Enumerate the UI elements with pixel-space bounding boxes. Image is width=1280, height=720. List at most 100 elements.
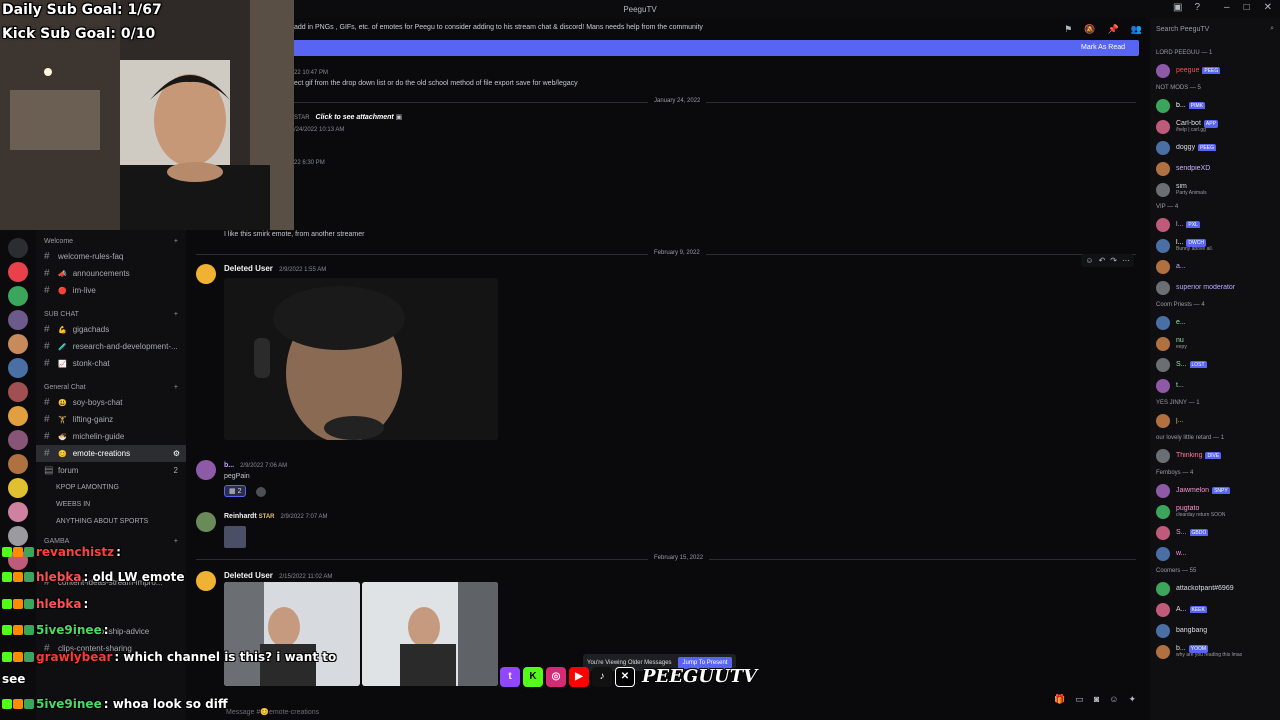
reaction-icon[interactable]: ☺ — [1085, 256, 1093, 265]
close-icon[interactable]: ✕ — [1264, 2, 1272, 13]
image-attachment[interactable] — [224, 278, 498, 440]
member-item[interactable]: attackofpant#6969 — [1156, 578, 1274, 599]
server-icon[interactable] — [8, 526, 28, 546]
minimize-icon[interactable]: – — [1224, 2, 1230, 13]
server-icon[interactable] — [8, 502, 28, 522]
member-item[interactable]: A... KEEK — [1156, 599, 1274, 620]
member-item[interactable]: j... — [1156, 410, 1274, 431]
server-icon[interactable] — [8, 406, 28, 426]
server-icon[interactable] — [8, 334, 28, 354]
emote-image[interactable] — [224, 526, 246, 548]
more-icon[interactable]: ⋯ — [1122, 256, 1130, 265]
reaction-pill[interactable]: ▦ 2 — [224, 485, 247, 497]
add-channel-icon[interactable]: + — [174, 311, 178, 318]
server-icon[interactable] — [8, 382, 28, 402]
maximize-icon[interactable]: □ — [1244, 2, 1250, 13]
inbox-icon[interactable]: ▣ — [1173, 2, 1182, 13]
forward-icon[interactable]: ↷ — [1110, 256, 1117, 265]
emoji-icon[interactable]: ☺ — [1109, 694, 1118, 705]
channel-research[interactable]: # 🧪 research-and-development-... — [36, 338, 186, 355]
member-item[interactable]: Thinking DIVE — [1156, 445, 1274, 466]
member-item[interactable]: a... — [1156, 256, 1274, 277]
forum-thread[interactable]: KPOP LAMONTING — [36, 479, 186, 496]
add-reaction-icon[interactable] — [256, 487, 266, 497]
server-icon[interactable] — [8, 310, 28, 330]
username[interactable]: Reinhardt STAR 2/9/2022 7:07 AM — [224, 513, 328, 520]
member-item[interactable]: Carl-bot APP/help | carl.gg — [1156, 116, 1274, 137]
member-item[interactable]: l... DWCH Bunny above all. — [1156, 235, 1274, 256]
member-item[interactable]: Jaiwmelon SNPY — [1156, 480, 1274, 501]
chat-badges-icon — [2, 547, 34, 557]
gift-icon[interactable]: 🎁 — [1054, 694, 1065, 705]
server-icon[interactable] — [8, 454, 28, 474]
member-item[interactable]: w... — [1156, 543, 1274, 564]
category-header[interactable]: General Chat + — [36, 380, 186, 394]
avatar[interactable] — [196, 512, 216, 532]
avatar[interactable] — [196, 571, 216, 591]
mark-as-read-button[interactable]: Mark As Read — [1081, 44, 1125, 51]
server-icon[interactable] — [8, 358, 28, 378]
new-messages-bar[interactable]: Mark As Read — [291, 40, 1139, 56]
forum-thread[interactable]: WEEBS IN — [36, 496, 186, 513]
username[interactable]: Deleted User 2/15/2022 11:02 AM — [224, 571, 332, 580]
settings-icon[interactable]: ⚙ — [173, 449, 180, 458]
member-item[interactable]: S... LOST — [1156, 354, 1274, 375]
member-item[interactable]: nu eepy — [1156, 333, 1274, 354]
channel-im-live[interactable]: # 🔴 im-live — [36, 282, 186, 299]
members-icon[interactable]: 👥 — [1131, 24, 1142, 35]
member-item[interactable]: doggy PEEG — [1156, 137, 1274, 158]
help-icon[interactable]: ? — [1194, 2, 1200, 13]
apps-icon[interactable]: ✦ — [1128, 694, 1136, 705]
avatar — [1156, 546, 1170, 561]
category-header[interactable]: SUB CHAT + — [36, 307, 186, 321]
member-item[interactable]: sim Party Animals — [1156, 179, 1274, 200]
member-item[interactable]: peegue PEEG — [1156, 60, 1274, 81]
channel-stonk-chat[interactable]: # 📈 stonk-chat — [36, 355, 186, 372]
attachment-link[interactable]: Click to see attachment — [316, 114, 394, 121]
channel-forum[interactable]: ▤ forum 2 — [36, 462, 186, 479]
member-item[interactable]: bangbang — [1156, 620, 1274, 641]
channel-michelin-guide[interactable]: # 🍜 michelin-guide — [36, 428, 186, 445]
image-attachment[interactable] — [362, 582, 498, 686]
message-input[interactable]: Message #😊emote-creations — [222, 708, 1102, 720]
avatar — [1156, 217, 1170, 232]
image-attachment[interactable] — [224, 582, 360, 686]
member-item[interactable]: sendpieXD — [1156, 158, 1274, 179]
member-item[interactable]: b... YOOM why are you reading this lmao — [1156, 641, 1274, 662]
member-item[interactable]: l... PXL — [1156, 214, 1274, 235]
dm-icon[interactable] — [8, 238, 28, 258]
threads-icon[interactable]: ⚑ — [1064, 24, 1072, 35]
member-item[interactable]: e... — [1156, 312, 1274, 333]
channel-gigachads[interactable]: # 💪 gigachads — [36, 321, 186, 338]
member-item[interactable]: t... — [1156, 375, 1274, 396]
channel-welcome-rules-faq[interactable]: # welcome-rules-faq — [36, 248, 186, 265]
forum-thread[interactable]: ANYTHING ABOUT SPORTS — [36, 513, 186, 530]
category-header[interactable]: Welcome + — [36, 234, 186, 248]
avatar[interactable] — [196, 460, 216, 480]
member-info: nu eepy — [1176, 337, 1187, 350]
channel-soy-boys-chat[interactable]: # 😃 soy-boys-chat — [36, 394, 186, 411]
avatar[interactable] — [196, 264, 216, 284]
server-icon[interactable] — [8, 478, 28, 498]
add-channel-icon[interactable]: + — [174, 384, 178, 391]
username[interactable]: Deleted User 2/9/2022 1:55 AM — [224, 264, 326, 273]
channel-announcements[interactable]: # 📣 announcements — [36, 265, 186, 282]
sticker-icon[interactable]: ◙ — [1094, 694, 1099, 705]
channel-emote-creations[interactable]: # 😊 emote-creations ⚙ — [36, 445, 186, 462]
gif-icon[interactable]: ▭ — [1075, 694, 1084, 705]
channel-lifting-gainz[interactable]: # 🏋 lifting-gainz — [36, 411, 186, 428]
server-icon[interactable] — [8, 262, 28, 282]
server-icon[interactable] — [8, 430, 28, 450]
mute-icon[interactable]: 🔕 — [1084, 24, 1095, 35]
member-item[interactable]: pugtato clearday return SOON — [1156, 501, 1274, 522]
search-input[interactable]: Search PeeguTV ⌕ — [1156, 22, 1274, 36]
member-item[interactable]: b... PIMK — [1156, 95, 1274, 116]
member-item[interactable]: superior moderator — [1156, 277, 1274, 298]
avatar — [1156, 63, 1170, 78]
member-item[interactable]: S... GBDO — [1156, 522, 1274, 543]
reply-icon[interactable]: ↶ — [1099, 256, 1106, 265]
pin-icon[interactable]: 📌 — [1108, 24, 1119, 35]
add-channel-icon[interactable]: + — [174, 238, 178, 245]
server-icon[interactable] — [8, 286, 28, 306]
username[interactable]: b... 2/9/2022 7:06 AM — [224, 462, 287, 469]
